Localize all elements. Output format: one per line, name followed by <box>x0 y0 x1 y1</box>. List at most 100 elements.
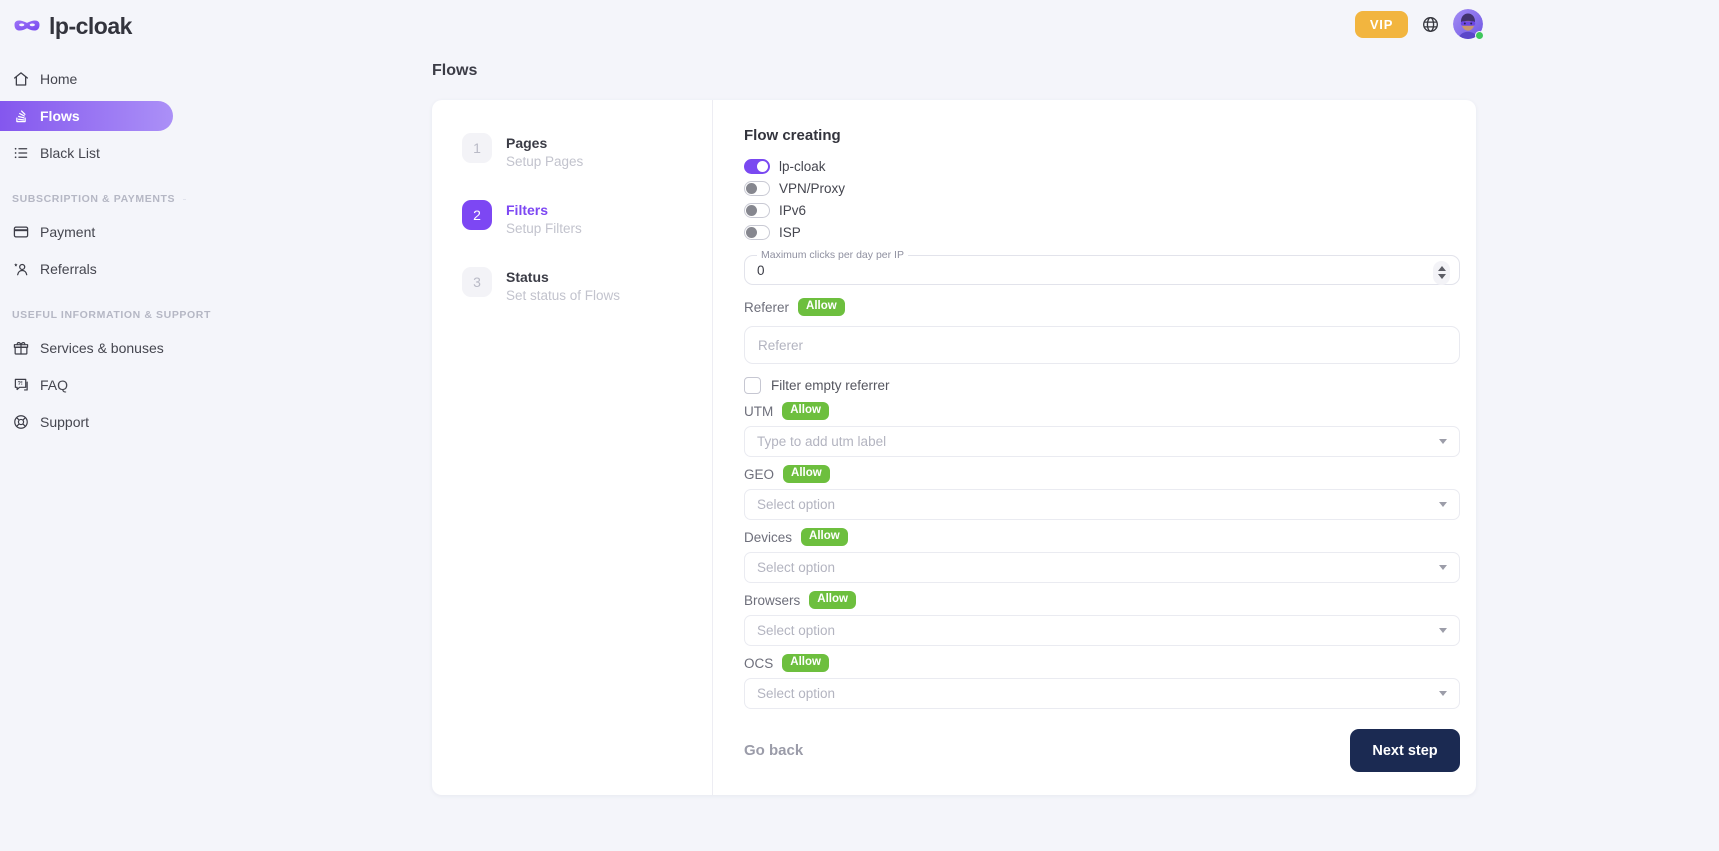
vpn-proxy-toggle[interactable] <box>744 181 770 196</box>
devices-allow-badge[interactable]: Allow <box>801 528 848 546</box>
stepper-up-icon[interactable] <box>1438 266 1446 271</box>
geo-label-row: GEO Allow <box>744 466 1460 482</box>
globe-icon[interactable] <box>1421 15 1440 34</box>
toggle-label: ISP <box>779 225 801 240</box>
step-number: 2 <box>462 200 492 230</box>
gift-icon <box>12 339 30 357</box>
toggle-row-vpn-proxy[interactable]: VPN/Proxy <box>744 180 1460 196</box>
sidebar: Home Flows Black List <box>0 64 200 444</box>
sidebar-item-support[interactable]: Support <box>0 407 173 437</box>
faq-bubble-icon: ?! <box>12 376 30 394</box>
sidebar-item-label: Services & bonuses <box>40 340 164 356</box>
referer-label-row: Referer Allow <box>744 299 1460 315</box>
step-title: Status <box>506 267 620 285</box>
geo-select-placeholder: Select option <box>757 497 835 512</box>
devices-label-row: Devices Allow <box>744 529 1460 545</box>
devices-select-placeholder: Select option <box>757 560 835 575</box>
step-title: Filters <box>506 200 582 218</box>
max-clicks-label: Maximum clicks per day per IP <box>757 249 908 261</box>
step-subtitle: Setup Pages <box>506 154 583 169</box>
geo-allow-badge[interactable]: Allow <box>783 465 830 483</box>
page-title: Flows <box>432 62 477 80</box>
stepper: 1 Pages Setup Pages 2 Filters Setup Filt… <box>432 100 713 795</box>
lp-cloak-toggle[interactable] <box>744 159 770 174</box>
vip-button[interactable]: VIP <box>1355 11 1408 38</box>
stepper-down-icon[interactable] <box>1438 274 1446 279</box>
sidebar-item-payment[interactable]: Payment <box>0 217 173 247</box>
next-step-button[interactable]: Next step <box>1350 729 1460 772</box>
step-title: Pages <box>506 133 583 151</box>
filters-form: Flow creating lp-cloak VPN/Proxy IPv6 IS… <box>713 100 1476 795</box>
online-status-dot <box>1475 31 1484 40</box>
ocs-label-row: OCS Allow <box>744 655 1460 671</box>
topbar: VIP <box>1355 7 1483 41</box>
toggle-row-lp-cloak[interactable]: lp-cloak <box>744 158 1460 174</box>
avatar[interactable] <box>1453 9 1483 39</box>
utm-select[interactable]: Type to add utm label <box>744 426 1460 457</box>
go-back-button[interactable]: Go back <box>744 742 803 759</box>
ocs-select-placeholder: Select option <box>757 686 835 701</box>
referer-label: Referer <box>744 300 789 315</box>
lifebuoy-icon <box>12 413 30 431</box>
ocs-select[interactable]: Select option <box>744 678 1460 709</box>
step-pages[interactable]: 1 Pages Setup Pages <box>462 133 696 169</box>
sidebar-item-label: Payment <box>40 224 95 240</box>
step-status[interactable]: 3 Status Set status of Flows <box>462 267 696 303</box>
browsers-select-placeholder: Select option <box>757 623 835 638</box>
sidebar-item-home[interactable]: Home <box>0 64 173 94</box>
sidebar-item-black-list[interactable]: Black List <box>0 138 173 168</box>
home-icon <box>12 70 30 88</box>
devices-label: Devices <box>744 530 792 545</box>
step-number: 3 <box>462 267 492 297</box>
brand-logo[interactable]: lp-cloak <box>13 13 132 40</box>
sidebar-item-flows[interactable]: Flows <box>0 101 173 131</box>
section-title: USEFUL INFORMATION & SUPPORT <box>12 309 211 321</box>
browsers-select[interactable]: Select option <box>744 615 1460 646</box>
flows-icon <box>12 107 30 125</box>
toggle-knob <box>746 183 757 194</box>
sidebar-item-label: Support <box>40 414 89 430</box>
isp-toggle[interactable] <box>744 225 770 240</box>
browsers-label-row: Browsers Allow <box>744 592 1460 608</box>
credit-card-icon <box>12 223 30 241</box>
sidebar-item-label: Flows <box>40 108 80 124</box>
flow-card: 1 Pages Setup Pages 2 Filters Setup Filt… <box>432 100 1476 795</box>
number-stepper[interactable] <box>1433 261 1450 285</box>
browsers-allow-badge[interactable]: Allow <box>809 591 856 609</box>
filter-empty-referrer-label: Filter empty referrer <box>771 378 890 393</box>
ocs-allow-badge[interactable]: Allow <box>782 654 829 672</box>
chevron-down-icon <box>1439 628 1447 633</box>
sidebar-item-services[interactable]: Services & bonuses <box>0 333 173 363</box>
utm-label: UTM <box>744 404 773 419</box>
ipv6-toggle[interactable] <box>744 203 770 218</box>
filter-empty-referrer-checkbox[interactable] <box>744 377 761 394</box>
geo-select[interactable]: Select option <box>744 489 1460 520</box>
form-footer: Go back Next step <box>744 729 1460 772</box>
section-rule <box>183 199 186 200</box>
section-title: SUBSCRIPTION & PAYMENTS <box>12 193 175 205</box>
brand-name: lp-cloak <box>49 13 132 40</box>
utm-allow-badge[interactable]: Allow <box>782 402 829 420</box>
referer-input[interactable] <box>744 326 1460 364</box>
ocs-label: OCS <box>744 656 773 671</box>
browsers-label: Browsers <box>744 593 800 608</box>
sidebar-item-label: Referrals <box>40 261 97 277</box>
step-filters[interactable]: 2 Filters Setup Filters <box>462 200 696 236</box>
geo-label: GEO <box>744 467 774 482</box>
toggle-row-isp[interactable]: ISP <box>744 224 1460 240</box>
referer-allow-badge[interactable]: Allow <box>798 298 845 316</box>
chevron-down-icon <box>1439 565 1447 570</box>
filter-empty-referrer-row[interactable]: Filter empty referrer <box>744 377 1460 394</box>
person-star-icon <box>12 260 30 278</box>
svg-text:?!: ?! <box>17 381 22 387</box>
max-clicks-field: Maximum clicks per day per IP <box>744 249 1460 285</box>
max-clicks-input[interactable] <box>757 263 1419 278</box>
devices-select[interactable]: Select option <box>744 552 1460 583</box>
toggle-knob <box>746 205 757 216</box>
sidebar-item-referrals[interactable]: Referrals <box>0 254 173 284</box>
toggle-knob <box>746 227 757 238</box>
toggle-knob <box>757 161 768 172</box>
toggle-label: lp-cloak <box>779 159 826 174</box>
toggle-row-ipv6[interactable]: IPv6 <box>744 202 1460 218</box>
sidebar-item-faq[interactable]: ?! FAQ <box>0 370 173 400</box>
